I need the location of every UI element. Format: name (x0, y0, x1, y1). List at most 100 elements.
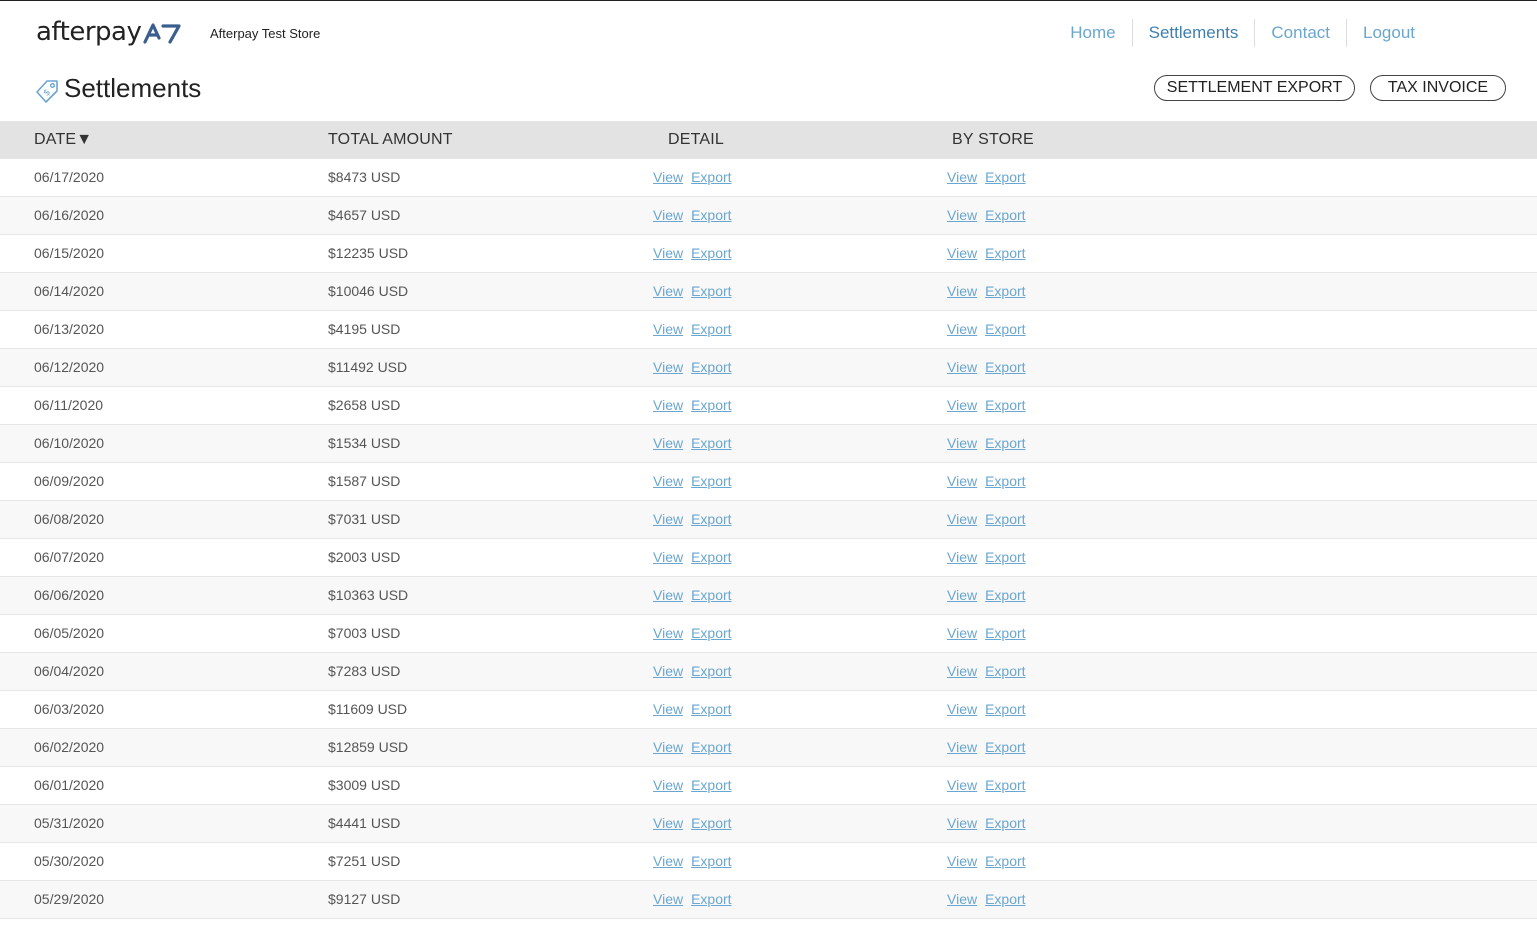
store-export-link[interactable]: Export (985, 815, 1025, 831)
detail-export-link[interactable]: Export (691, 853, 731, 869)
detail-view-link[interactable]: View (653, 245, 683, 261)
store-export-link[interactable]: Export (985, 435, 1025, 451)
store-view-link[interactable]: View (947, 739, 977, 755)
store-view-link[interactable]: View (947, 549, 977, 565)
detail-view-link[interactable]: View (653, 511, 683, 527)
store-export-link[interactable]: Export (985, 891, 1025, 907)
settlement-export-button[interactable]: SETTLEMENT EXPORT (1154, 75, 1355, 101)
store-export-link[interactable]: Export (985, 359, 1025, 375)
detail-export-link[interactable]: Export (691, 777, 731, 793)
store-view-link[interactable]: View (947, 701, 977, 717)
nav-settlements[interactable]: Settlements (1131, 19, 1255, 47)
store-export-link[interactable]: Export (985, 587, 1025, 603)
detail-view-link[interactable]: View (653, 321, 683, 337)
detail-export-link[interactable]: Export (691, 321, 731, 337)
store-export-link[interactable]: Export (985, 473, 1025, 489)
store-view-link[interactable]: View (947, 245, 977, 261)
store-export-link[interactable]: Export (985, 169, 1025, 185)
detail-export-link[interactable]: Export (691, 435, 731, 451)
store-view-link[interactable]: View (947, 663, 977, 679)
detail-export-link[interactable]: Export (691, 891, 731, 907)
store-view-link[interactable]: View (947, 473, 977, 489)
detail-links: View Export (653, 159, 732, 196)
table-body: 06/17/2020 $8473 USD View Export View Export 0… (0, 159, 1537, 919)
by-store-links: View Export (947, 691, 1026, 728)
detail-view-link[interactable]: View (653, 891, 683, 907)
afterpay-logo[interactable]: afterpay (36, 15, 181, 49)
detail-view-link[interactable]: View (653, 587, 683, 603)
detail-export-link[interactable]: Export (691, 473, 731, 489)
nav-home[interactable]: Home (1054, 19, 1131, 47)
detail-export-link[interactable]: Export (691, 283, 731, 299)
store-view-link[interactable]: View (947, 321, 977, 337)
detail-export-link[interactable]: Export (691, 359, 731, 375)
store-view-link[interactable]: View (947, 283, 977, 299)
store-view-link[interactable]: View (947, 625, 977, 641)
page-header: $ Settlements SETTLEMENT EXPORT TAX INVO… (0, 65, 1537, 121)
detail-view-link[interactable]: View (653, 625, 683, 641)
column-date-sort[interactable]: DATE▼ (34, 121, 92, 159)
detail-export-link[interactable]: Export (691, 739, 731, 755)
store-export-link[interactable]: Export (985, 397, 1025, 413)
detail-view-link[interactable]: View (653, 283, 683, 299)
by-store-links: View Export (947, 311, 1026, 348)
store-export-link[interactable]: Export (985, 549, 1025, 565)
store-export-link[interactable]: Export (985, 739, 1025, 755)
settlement-total: $11492 USD (328, 359, 408, 375)
detail-view-link[interactable]: View (653, 169, 683, 185)
detail-export-link[interactable]: Export (691, 207, 731, 223)
nav-logout[interactable]: Logout (1346, 19, 1431, 47)
store-export-link[interactable]: Export (985, 625, 1025, 641)
page-title-group: $ Settlements (34, 73, 201, 104)
detail-view-link[interactable]: View (653, 435, 683, 451)
store-view-link[interactable]: View (947, 207, 977, 223)
detail-export-link[interactable]: Export (691, 397, 731, 413)
store-view-link[interactable]: View (947, 777, 977, 793)
detail-export-link[interactable]: Export (691, 511, 731, 527)
detail-view-link[interactable]: View (653, 853, 683, 869)
store-export-link[interactable]: Export (985, 701, 1025, 717)
nav-contact[interactable]: Contact (1254, 19, 1346, 47)
store-view-link[interactable]: View (947, 435, 977, 451)
detail-export-link[interactable]: Export (691, 549, 731, 565)
settlement-date: 05/31/2020 (34, 815, 105, 831)
store-export-link[interactable]: Export (985, 663, 1025, 679)
detail-view-link[interactable]: View (653, 397, 683, 413)
store-view-link[interactable]: View (947, 815, 977, 831)
store-export-link[interactable]: Export (985, 853, 1025, 869)
detail-export-link[interactable]: Export (691, 815, 731, 831)
settlement-date: 06/13/2020 (34, 321, 105, 337)
detail-export-link[interactable]: Export (691, 625, 731, 641)
detail-view-link[interactable]: View (653, 815, 683, 831)
store-export-link[interactable]: Export (985, 207, 1025, 223)
detail-view-link[interactable]: View (653, 701, 683, 717)
detail-view-link[interactable]: View (653, 207, 683, 223)
detail-view-link[interactable]: View (653, 473, 683, 489)
tax-invoice-button[interactable]: TAX INVOICE (1370, 75, 1506, 101)
store-view-link[interactable]: View (947, 397, 977, 413)
store-view-link[interactable]: View (947, 587, 977, 603)
store-view-link[interactable]: View (947, 359, 977, 375)
by-store-links: View Export (947, 235, 1026, 272)
store-view-link[interactable]: View (947, 511, 977, 527)
store-view-link[interactable]: View (947, 169, 977, 185)
store-view-link[interactable]: View (947, 891, 977, 907)
detail-view-link[interactable]: View (653, 739, 683, 755)
store-export-link[interactable]: Export (985, 777, 1025, 793)
store-view-link[interactable]: View (947, 853, 977, 869)
store-export-link[interactable]: Export (985, 245, 1025, 261)
detail-export-link[interactable]: Export (691, 169, 731, 185)
store-export-link[interactable]: Export (985, 321, 1025, 337)
by-store-links: View Export (947, 729, 1026, 766)
detail-export-link[interactable]: Export (691, 701, 731, 717)
store-export-link[interactable]: Export (985, 511, 1025, 527)
detail-view-link[interactable]: View (653, 663, 683, 679)
price-tag-icon: $ (36, 79, 58, 103)
detail-export-link[interactable]: Export (691, 663, 731, 679)
detail-view-link[interactable]: View (653, 777, 683, 793)
detail-view-link[interactable]: View (653, 359, 683, 375)
store-export-link[interactable]: Export (985, 283, 1025, 299)
detail-export-link[interactable]: Export (691, 245, 731, 261)
detail-export-link[interactable]: Export (691, 587, 731, 603)
detail-view-link[interactable]: View (653, 549, 683, 565)
